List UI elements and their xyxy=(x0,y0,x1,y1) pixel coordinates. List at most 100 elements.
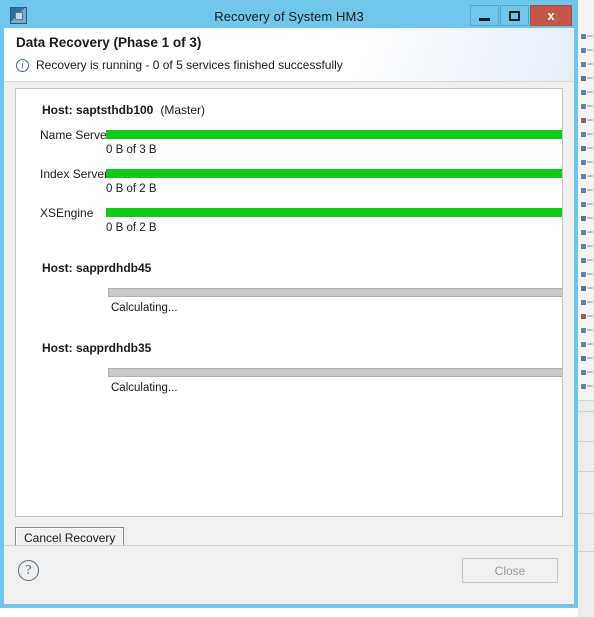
background-item-text xyxy=(587,147,593,149)
background-item-icon xyxy=(581,34,586,39)
background-item-icon xyxy=(581,384,586,389)
service-row: XSEngine 0 B of 2 B xyxy=(16,206,562,245)
background-list-item xyxy=(579,370,593,376)
background-list-item xyxy=(579,118,593,124)
background-list-item xyxy=(579,132,593,138)
background-item-icon xyxy=(581,342,586,347)
background-list-item xyxy=(579,314,593,320)
background-item-text xyxy=(587,35,593,37)
background-item-icon xyxy=(581,230,586,235)
background-list-item xyxy=(579,146,593,152)
background-item-text xyxy=(587,77,593,79)
background-item-text xyxy=(587,385,593,387)
progress-bar xyxy=(108,368,562,377)
background-window-strip xyxy=(578,0,594,617)
background-list-item xyxy=(579,62,593,68)
background-item-text xyxy=(587,315,593,317)
background-item-icon xyxy=(581,258,586,263)
background-window-lower xyxy=(578,400,594,617)
background-item-icon xyxy=(581,132,586,137)
service-row: Index Server 0 B of 2 B xyxy=(16,167,562,206)
background-item-icon xyxy=(581,118,586,123)
background-list-item xyxy=(579,384,593,390)
recovery-dialog-window: Recovery of System HM3 x Data Recovery (… xyxy=(0,0,578,608)
host-block: Host: saptsthdb100 (Master) Name Server 0 B… xyxy=(16,103,562,245)
background-item-text xyxy=(587,273,593,275)
status-text: Recovery is running - 0 of 5 services fi… xyxy=(36,58,343,72)
background-item-text xyxy=(587,343,593,345)
background-item-text xyxy=(587,329,593,331)
background-item-icon xyxy=(581,216,586,221)
background-list-item xyxy=(579,34,593,40)
background-item-icon xyxy=(581,104,586,109)
background-item-text xyxy=(587,259,593,261)
background-list-item xyxy=(579,90,593,96)
background-item-text xyxy=(587,287,593,289)
background-list-item xyxy=(579,202,593,208)
title-bar[interactable]: Recovery of System HM3 x xyxy=(4,4,574,28)
host-block: Host: sapprdhdb45 Index ServerCalculating… xyxy=(16,261,562,325)
minimize-button[interactable] xyxy=(470,5,499,26)
background-item-icon xyxy=(581,370,586,375)
background-item-text xyxy=(587,357,593,359)
background-item-text xyxy=(587,189,593,191)
background-list-item xyxy=(579,76,593,82)
background-list-item xyxy=(579,216,593,222)
background-item-icon xyxy=(581,314,586,319)
background-item-icon xyxy=(581,146,586,151)
maximize-button[interactable] xyxy=(500,5,529,26)
background-list-item xyxy=(579,300,593,306)
host-gap xyxy=(16,327,562,341)
service-row: Index ServerCalculating... xyxy=(16,286,562,325)
background-list-item xyxy=(579,230,593,236)
phase-title: Data Recovery (Phase 1 of 3) xyxy=(16,35,202,50)
info-icon: i xyxy=(16,58,29,72)
host-title: Host: saptsthdb100 (Master) xyxy=(42,103,206,117)
background-item-text xyxy=(587,371,593,373)
background-list-item xyxy=(579,188,593,194)
progress-value: 0 B of 2 B xyxy=(106,222,157,234)
background-list-item xyxy=(579,328,593,334)
background-list-item xyxy=(579,356,593,362)
application-icon xyxy=(10,7,27,24)
background-item-icon xyxy=(581,272,586,277)
background-item-icon xyxy=(581,244,586,249)
host-title: Host: sapprdhdb35 xyxy=(42,341,152,355)
background-item-icon xyxy=(581,90,586,95)
background-list-item xyxy=(579,258,593,264)
background-list-item xyxy=(579,174,593,180)
background-item-icon xyxy=(581,76,586,81)
background-item-text xyxy=(587,119,593,121)
background-item-icon xyxy=(581,62,586,67)
progress-bar xyxy=(106,208,562,217)
background-divider xyxy=(578,513,594,514)
host-gap xyxy=(16,247,562,261)
background-item-text xyxy=(587,105,593,107)
help-icon[interactable]: ? xyxy=(18,560,39,581)
close-window-button[interactable]: x xyxy=(530,5,572,26)
background-item-text xyxy=(587,245,593,247)
progress-bar xyxy=(106,169,562,178)
progress-value: Calculating... xyxy=(111,302,178,314)
background-item-icon xyxy=(581,188,586,193)
background-list-item xyxy=(579,104,593,110)
background-item-icon xyxy=(581,160,586,165)
background-item-text xyxy=(587,301,593,303)
close-button[interactable]: Close xyxy=(462,558,558,583)
background-item-text xyxy=(587,91,593,93)
dialog-body: Host: saptsthdb100 (Master) Name Server 0 B… xyxy=(4,82,574,550)
background-divider xyxy=(578,471,594,472)
background-item-icon xyxy=(581,202,586,207)
background-item-icon xyxy=(581,356,586,361)
host-title: Host: sapprdhdb45 xyxy=(42,261,152,275)
background-item-text xyxy=(587,175,593,177)
background-item-text xyxy=(587,49,593,51)
dialog-footer: ? Close xyxy=(4,545,574,604)
progress-panel: Host: saptsthdb100 (Master) Name Server 0 B… xyxy=(15,88,563,517)
background-divider xyxy=(578,551,594,552)
progress-bar xyxy=(108,288,562,297)
background-divider xyxy=(578,411,594,412)
background-item-icon xyxy=(581,174,586,179)
service-row: Name Server 0 B of 3 B xyxy=(16,128,562,167)
background-item-text xyxy=(587,63,593,65)
